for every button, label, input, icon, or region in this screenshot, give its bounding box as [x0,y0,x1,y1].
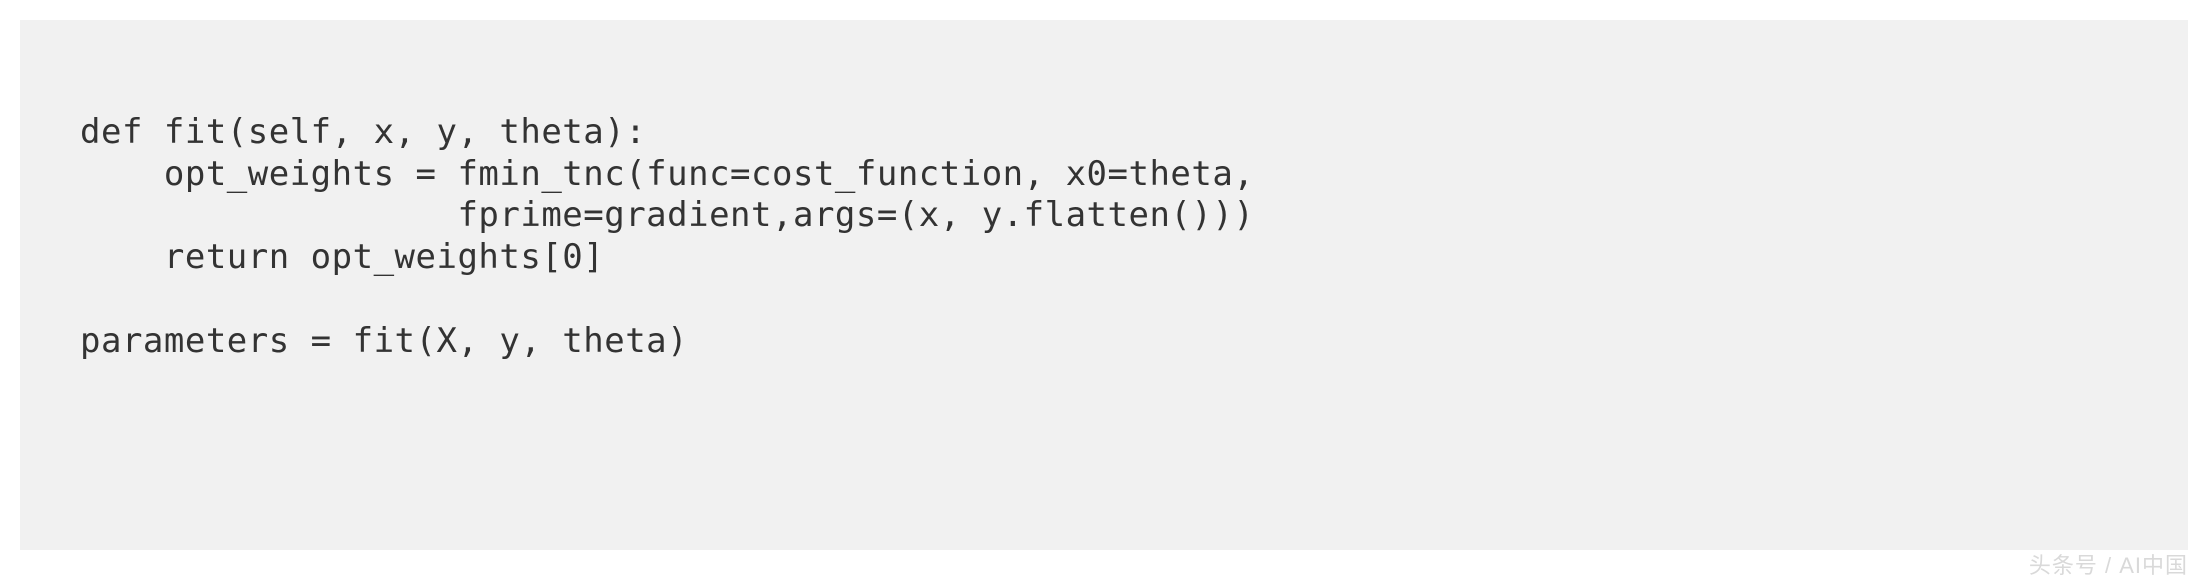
watermark-label: 头条号 / AI中国 [2029,548,2188,580]
code-line: parameters = fit(X, y, theta) [80,321,688,361]
code-line: opt_weights = fmin_tnc(func=cost_functio… [80,154,1254,194]
code-line: return opt_weights[0] [80,237,604,277]
code-block: def fit(self, x, y, theta): opt_weights … [20,20,2188,550]
code-line: fprime=gradient,args=(x, y.flatten())) [80,195,1254,235]
code-line: def fit(self, x, y, theta): [80,112,646,152]
code-content: def fit(self, x, y, theta): opt_weights … [80,70,2128,405]
